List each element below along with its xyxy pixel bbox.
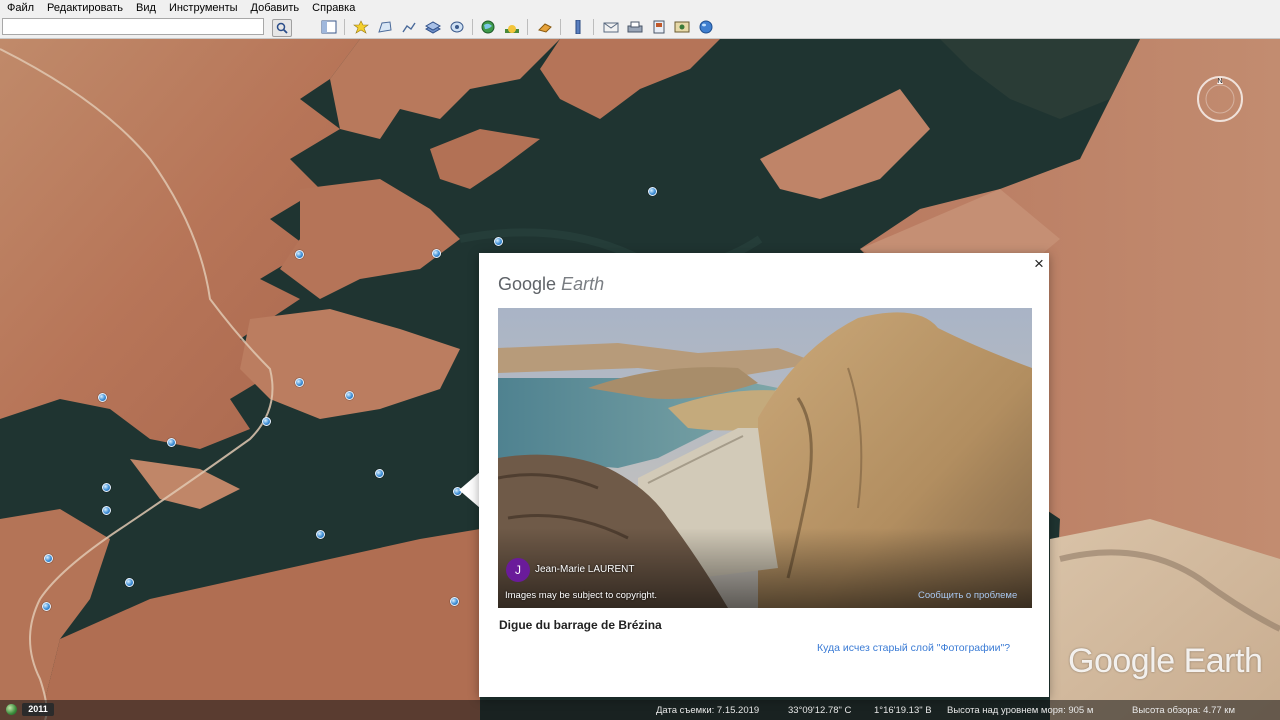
add-placemark-button[interactable] xyxy=(352,19,370,35)
close-icon[interactable]: × xyxy=(1031,255,1047,273)
photo-pin[interactable] xyxy=(450,597,459,606)
longitude-readout: 1°16'19.13" В xyxy=(874,705,932,716)
ruler-button[interactable] xyxy=(569,19,587,35)
photo-pin[interactable] xyxy=(345,391,354,400)
watermark-product: Earth xyxy=(1183,642,1263,680)
photo-pin[interactable] xyxy=(494,237,503,246)
author-name[interactable]: Jean-Marie LAURENT xyxy=(535,564,634,575)
add-image-overlay-button[interactable] xyxy=(424,19,442,35)
photo-pin[interactable] xyxy=(375,469,384,478)
photo-pin[interactable] xyxy=(44,554,53,563)
photo-pin[interactable] xyxy=(42,602,51,611)
add-polygon-button[interactable] xyxy=(376,19,394,35)
placemark-icon xyxy=(353,20,369,34)
globe-button[interactable] xyxy=(697,19,715,35)
imagery-year-badge[interactable]: 2011 xyxy=(22,703,54,716)
logo-brand: Google xyxy=(498,274,557,294)
globe-status-icon xyxy=(6,704,17,715)
photo-pin[interactable] xyxy=(648,187,657,196)
globe-icon xyxy=(699,20,713,34)
switch-planet-button[interactable] xyxy=(536,19,554,35)
sun-icon xyxy=(505,25,519,33)
photo-pin[interactable] xyxy=(262,417,271,426)
toolbar-separator xyxy=(344,19,345,35)
google-earth-watermark: Google Earth xyxy=(1068,642,1263,681)
compass-icon: N xyxy=(1197,76,1243,122)
photo-pin[interactable] xyxy=(432,249,441,258)
menu-view[interactable]: Вид xyxy=(129,0,162,16)
toolbar-separator xyxy=(472,19,473,35)
tour-icon xyxy=(450,21,464,33)
popup-pointer xyxy=(459,472,480,508)
map-view-icon xyxy=(674,21,690,33)
elevation-readout: Высота над уровнем моря: 905 м xyxy=(947,705,1094,716)
old-photos-layer-link[interactable]: Куда исчез старый слой "Фотографии"? xyxy=(817,642,1010,654)
path-icon xyxy=(402,22,416,33)
view-in-maps-button[interactable] xyxy=(673,19,691,35)
logo-product: Earth xyxy=(561,274,605,294)
sunlight-button[interactable] xyxy=(503,19,521,35)
photo-pin[interactable] xyxy=(98,393,107,402)
planet-icon xyxy=(538,23,552,33)
print-icon xyxy=(627,21,643,33)
photo-pin[interactable] xyxy=(295,378,304,387)
copyright-note: Images may be subject to copyright. xyxy=(505,590,658,601)
watermark-brand: Google xyxy=(1068,642,1175,680)
polygon-icon xyxy=(378,21,392,33)
email-icon xyxy=(603,22,619,33)
search-icon xyxy=(276,22,288,34)
photo-pin[interactable] xyxy=(316,530,325,539)
search-button[interactable] xyxy=(272,19,292,37)
sidebar-toggle-button[interactable] xyxy=(320,19,338,35)
author-avatar: J xyxy=(506,558,530,582)
svg-text:N: N xyxy=(1217,78,1222,85)
menu-add[interactable]: Добавить xyxy=(244,0,306,16)
status-bar: Дата съемки: 7.15.2019 33°09'12.78" С 1°… xyxy=(0,700,1280,720)
report-problem-link[interactable]: Сообщить о проблеме xyxy=(918,590,1017,601)
capture-date: Дата съемки: 7.15.2019 xyxy=(656,705,760,716)
photo-pin[interactable] xyxy=(167,438,176,447)
menu-help[interactable]: Справка xyxy=(305,0,361,16)
dam-photo-image xyxy=(498,308,1032,608)
photo-pin[interactable] xyxy=(102,483,111,492)
toolbar xyxy=(0,16,1280,39)
save-image-icon xyxy=(653,20,665,34)
print-button[interactable] xyxy=(626,19,644,35)
photo-pin[interactable] xyxy=(102,506,111,515)
author-initial: J xyxy=(515,563,521,577)
save-image-button[interactable] xyxy=(650,19,668,35)
search-input[interactable] xyxy=(2,18,264,35)
google-earth-logo: Google Earth xyxy=(498,274,604,295)
record-tour-button[interactable] xyxy=(448,19,466,35)
ruler-icon xyxy=(575,20,581,34)
sidebar-toggle-icon xyxy=(321,20,337,34)
dam-photo[interactable] xyxy=(498,308,1032,608)
menu-tools[interactable]: Инструменты xyxy=(162,0,244,16)
eye-altitude-readout: Высота обзора: 4.77 км xyxy=(1132,705,1235,716)
toolbar-separator xyxy=(560,19,561,35)
latitude-readout: 33°09'12.78" С xyxy=(788,705,852,716)
place-title: Digue du barrage de Brézina xyxy=(499,618,662,632)
navigation-compass[interactable]: N xyxy=(1195,74,1245,124)
historical-imagery-icon xyxy=(481,20,495,34)
photo-pin[interactable] xyxy=(295,250,304,259)
photo-pin[interactable] xyxy=(125,578,134,587)
historical-imagery-button[interactable] xyxy=(479,19,497,35)
menu-file[interactable]: Файл xyxy=(0,0,40,16)
toolbar-separator xyxy=(527,19,528,35)
email-button[interactable] xyxy=(602,19,620,35)
add-path-button[interactable] xyxy=(400,19,418,35)
image-overlay-icon xyxy=(425,21,441,34)
menu-bar: Файл Редактировать Вид Инструменты Добав… xyxy=(0,0,1280,16)
toolbar-separator xyxy=(593,19,594,35)
menu-edit[interactable]: Редактировать xyxy=(40,0,129,16)
